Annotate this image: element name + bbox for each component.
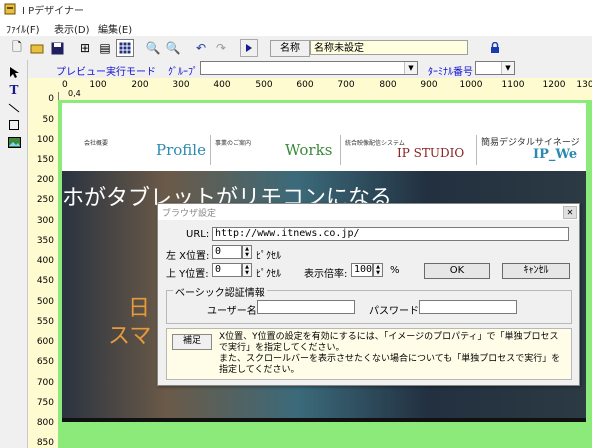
zoom-in-icon[interactable]: 🔍: [144, 39, 162, 57]
line-tool-icon[interactable]: [6, 100, 22, 116]
hero-line-3: スマ: [108, 324, 152, 349]
cancel-button[interactable]: ｷｬﾝｾﾙ: [502, 263, 570, 279]
nav-ip-studio: 統合映像配信システム IP STUDIO: [340, 135, 475, 165]
lock-icon[interactable]: [486, 39, 504, 57]
new-file-icon[interactable]: 🗋: [8, 39, 26, 57]
zoom-percent: %: [390, 265, 400, 276]
horizontal-ruler: 0 100 200 300 400 500 600 700 800 900 10…: [58, 78, 592, 100]
basic-auth-group: ベーシック認証情報 ユーザー名: パスワード:: [166, 284, 572, 324]
webpage-nav: 会社概要 Profile 事業のご案内 Works 統合映像配信システム IP …: [62, 103, 586, 171]
title-bar: I Pデザイナー: [0, 0, 592, 19]
vertical-ruler: 0 50 100 150 200 250 300 350 400 450 500…: [28, 94, 58, 448]
name-field[interactable]: 名称未設定: [310, 40, 468, 55]
menu-view[interactable]: 表示(D): [54, 21, 90, 36]
chevron-down-icon[interactable]: ▼: [501, 62, 514, 74]
top-y-label: 上 Y位置:: [166, 269, 209, 280]
rect-tool-icon[interactable]: [6, 117, 22, 133]
username-input[interactable]: [257, 300, 355, 314]
nav-ip-web: 簡易デジタルサイネージ IP_We: [476, 135, 587, 165]
open-folder-icon[interactable]: [28, 39, 46, 57]
url-label: URL:: [186, 229, 210, 240]
image-tool-icon[interactable]: [6, 134, 22, 150]
save-icon[interactable]: [48, 39, 66, 57]
grid-icon[interactable]: [116, 39, 134, 57]
menu-edit[interactable]: 編集(E): [98, 21, 132, 36]
top-y-stepper[interactable]: ▲ ▼: [242, 263, 252, 277]
left-x-input[interactable]: 0: [212, 245, 242, 259]
tree-icon[interactable]: ⊞: [76, 39, 94, 57]
password-label: パスワード:: [369, 306, 423, 317]
preview-mode-label[interactable]: プレビュー実行モード: [56, 63, 156, 78]
left-x-label: 左 X位置:: [166, 251, 210, 262]
browser-settings-dialog: ブラウザ設定 ✕ URL: http://www.itnews.co.jp/ 左…: [157, 203, 580, 386]
basic-auth-title: ベーシック認証情報: [173, 284, 267, 299]
close-icon[interactable]: ✕: [563, 206, 577, 219]
pointer-tool-icon[interactable]: [6, 64, 22, 80]
zoom-input[interactable]: 100: [351, 263, 373, 277]
app-icon: [4, 3, 16, 15]
tool-palette: T: [0, 60, 28, 448]
note-text: X位置、Y位置の設定を有効にするには、「イメージのプロパティ」で「単独プロセスで…: [219, 332, 561, 375]
chevron-down-icon[interactable]: ▼: [404, 62, 417, 74]
dialog-title-bar: ブラウザ設定 ✕: [158, 204, 579, 220]
nav-profile: 会社概要 Profile: [84, 140, 206, 159]
username-label: ユーザー名:: [207, 306, 261, 317]
zoom-label: 表示倍率:: [304, 269, 348, 280]
left-x-stepper[interactable]: ▲ ▼: [242, 245, 252, 259]
window-title: I Pデザイナー: [22, 6, 84, 17]
top-y-unit: ﾋﾟｸｾﾙ: [256, 269, 281, 280]
terminal-label: ﾀｰﾐﾅﾙ番号: [428, 67, 473, 78]
preview-bar: プレビュー実行モード ｸﾞﾙｰﾌﾟ ▼ ﾀｰﾐﾅﾙ番号 ▼: [28, 60, 592, 78]
note-box: 補足 X位置、Y位置の設定を有効にするには、「イメージのプロパティ」で「単独プロ…: [166, 328, 572, 380]
top-y-input[interactable]: 0: [212, 263, 242, 277]
note-button[interactable]: 補足: [172, 334, 212, 350]
menu-bar: ﾌｧｲﾙ(F) 表示(D) 編集(E): [0, 18, 592, 36]
zoom-out-icon[interactable]: 🔍: [164, 39, 182, 57]
play-icon[interactable]: [240, 39, 258, 57]
dialog-title: ブラウザ設定: [162, 209, 217, 219]
nav-works: 事業のご案内 Works: [210, 135, 339, 165]
group-label: ｸﾞﾙｰﾌﾟ: [168, 67, 198, 78]
undo-icon[interactable]: ↶: [192, 39, 210, 57]
page-bottom-edge: [62, 418, 586, 422]
url-input[interactable]: http://www.itnews.co.jp/: [212, 227, 569, 241]
redo-icon[interactable]: ↷: [212, 39, 230, 57]
name-label: 名称: [270, 40, 310, 57]
properties-icon[interactable]: ▤: [96, 39, 114, 57]
ok-button[interactable]: OK: [424, 263, 490, 279]
menu-file[interactable]: ﾌｧｲﾙ(F): [6, 21, 40, 36]
terminal-select[interactable]: ▼: [475, 61, 515, 75]
ruler-ticks: [58, 92, 59, 100]
toolbar: 🗋 ⊞ ▤ 🔍 🔍 ↶ ↷ 名称 名称未設定: [0, 36, 592, 61]
zoom-stepper[interactable]: ▲ ▼: [373, 263, 383, 277]
text-tool-icon[interactable]: T: [6, 82, 22, 98]
group-select[interactable]: ▼: [200, 61, 418, 75]
password-input[interactable]: [419, 300, 517, 314]
left-x-unit: ﾋﾟｸｾﾙ: [256, 251, 281, 262]
